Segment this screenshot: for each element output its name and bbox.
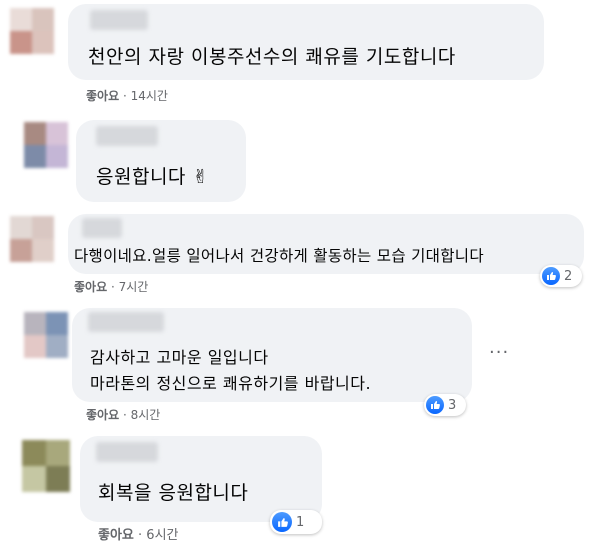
reactions-badge[interactable]: 3 bbox=[424, 394, 466, 416]
like-link[interactable]: 좋아요 bbox=[86, 408, 119, 422]
comment-meta: 좋아요 · 7시간 bbox=[74, 278, 148, 295]
avatar[interactable] bbox=[10, 8, 54, 54]
comment-meta: 좋아요 · 14시간 bbox=[86, 87, 168, 104]
meta-separator: · bbox=[133, 528, 147, 543]
more-options-icon[interactable]: ··· bbox=[489, 344, 509, 362]
timestamp[interactable]: 7시간 bbox=[119, 280, 149, 294]
comment-text: 다행이네요.얼릉 일어나서 건강하게 활동하는 모습 기대합니다 bbox=[74, 247, 484, 265]
reaction-count: 2 bbox=[564, 268, 573, 284]
meta-separator: · bbox=[119, 89, 131, 103]
like-link[interactable]: 좋아요 bbox=[86, 89, 119, 103]
author-name-blurred[interactable] bbox=[88, 312, 164, 332]
meta-separator: · bbox=[107, 280, 119, 294]
like-icon bbox=[426, 396, 444, 414]
comment-text: 회복을 응원합니다 bbox=[98, 482, 249, 504]
like-icon bbox=[542, 267, 560, 285]
avatar[interactable] bbox=[24, 122, 68, 168]
comment-text: 응원합니다 ✌ bbox=[96, 166, 209, 188]
reactions-badge[interactable]: 2 bbox=[540, 265, 582, 287]
meta-separator: · bbox=[119, 408, 131, 422]
reaction-count: 1 bbox=[296, 514, 305, 530]
author-name-blurred[interactable] bbox=[96, 442, 158, 462]
like-link[interactable]: 좋아요 bbox=[98, 528, 134, 543]
avatar[interactable] bbox=[24, 312, 68, 358]
comment-text: 천안의 자랑 이봉주선수의 쾌유를 기도합니다 bbox=[88, 46, 456, 68]
comment-5: 회복을 응원합니다 1 좋아요 · 6시간 bbox=[0, 430, 600, 552]
reactions-badge[interactable]: 1 bbox=[270, 510, 322, 534]
author-name-blurred[interactable] bbox=[96, 126, 158, 146]
comment-3: 다행이네요.얼릉 일어나서 건강하게 활동하는 모습 기대합니다 2 좋아요 ·… bbox=[0, 200, 600, 300]
avatar[interactable] bbox=[10, 216, 54, 262]
comment-text-line-1: 감사하고 고마운 일입니다 bbox=[90, 348, 269, 367]
like-link[interactable]: 좋아요 bbox=[74, 280, 107, 294]
comment-4: 감사하고 고마운 일입니다 마라톤의 정신으로 쾌유하기를 바랍니다. ··· … bbox=[0, 300, 600, 430]
timestamp[interactable]: 14시간 bbox=[131, 89, 168, 103]
comment-text-line-2: 마라톤의 정신으로 쾌유하기를 바랍니다. bbox=[90, 374, 372, 393]
comment-meta: 좋아요 · 6시간 bbox=[98, 524, 179, 543]
author-name-blurred[interactable] bbox=[82, 218, 122, 238]
comment-meta: 좋아요 · 8시간 bbox=[86, 406, 160, 423]
comment-1: 천안의 자랑 이봉주선수의 쾌유를 기도합니다 좋아요 · 14시간 bbox=[0, 0, 600, 110]
avatar[interactable] bbox=[22, 440, 70, 492]
timestamp[interactable]: 6시간 bbox=[146, 528, 178, 543]
author-name-blurred[interactable] bbox=[90, 10, 148, 30]
comment-2: 응원합니다 ✌ bbox=[0, 110, 600, 202]
timestamp[interactable]: 8시간 bbox=[131, 408, 161, 422]
reaction-count: 3 bbox=[448, 397, 457, 413]
like-icon bbox=[272, 512, 292, 532]
